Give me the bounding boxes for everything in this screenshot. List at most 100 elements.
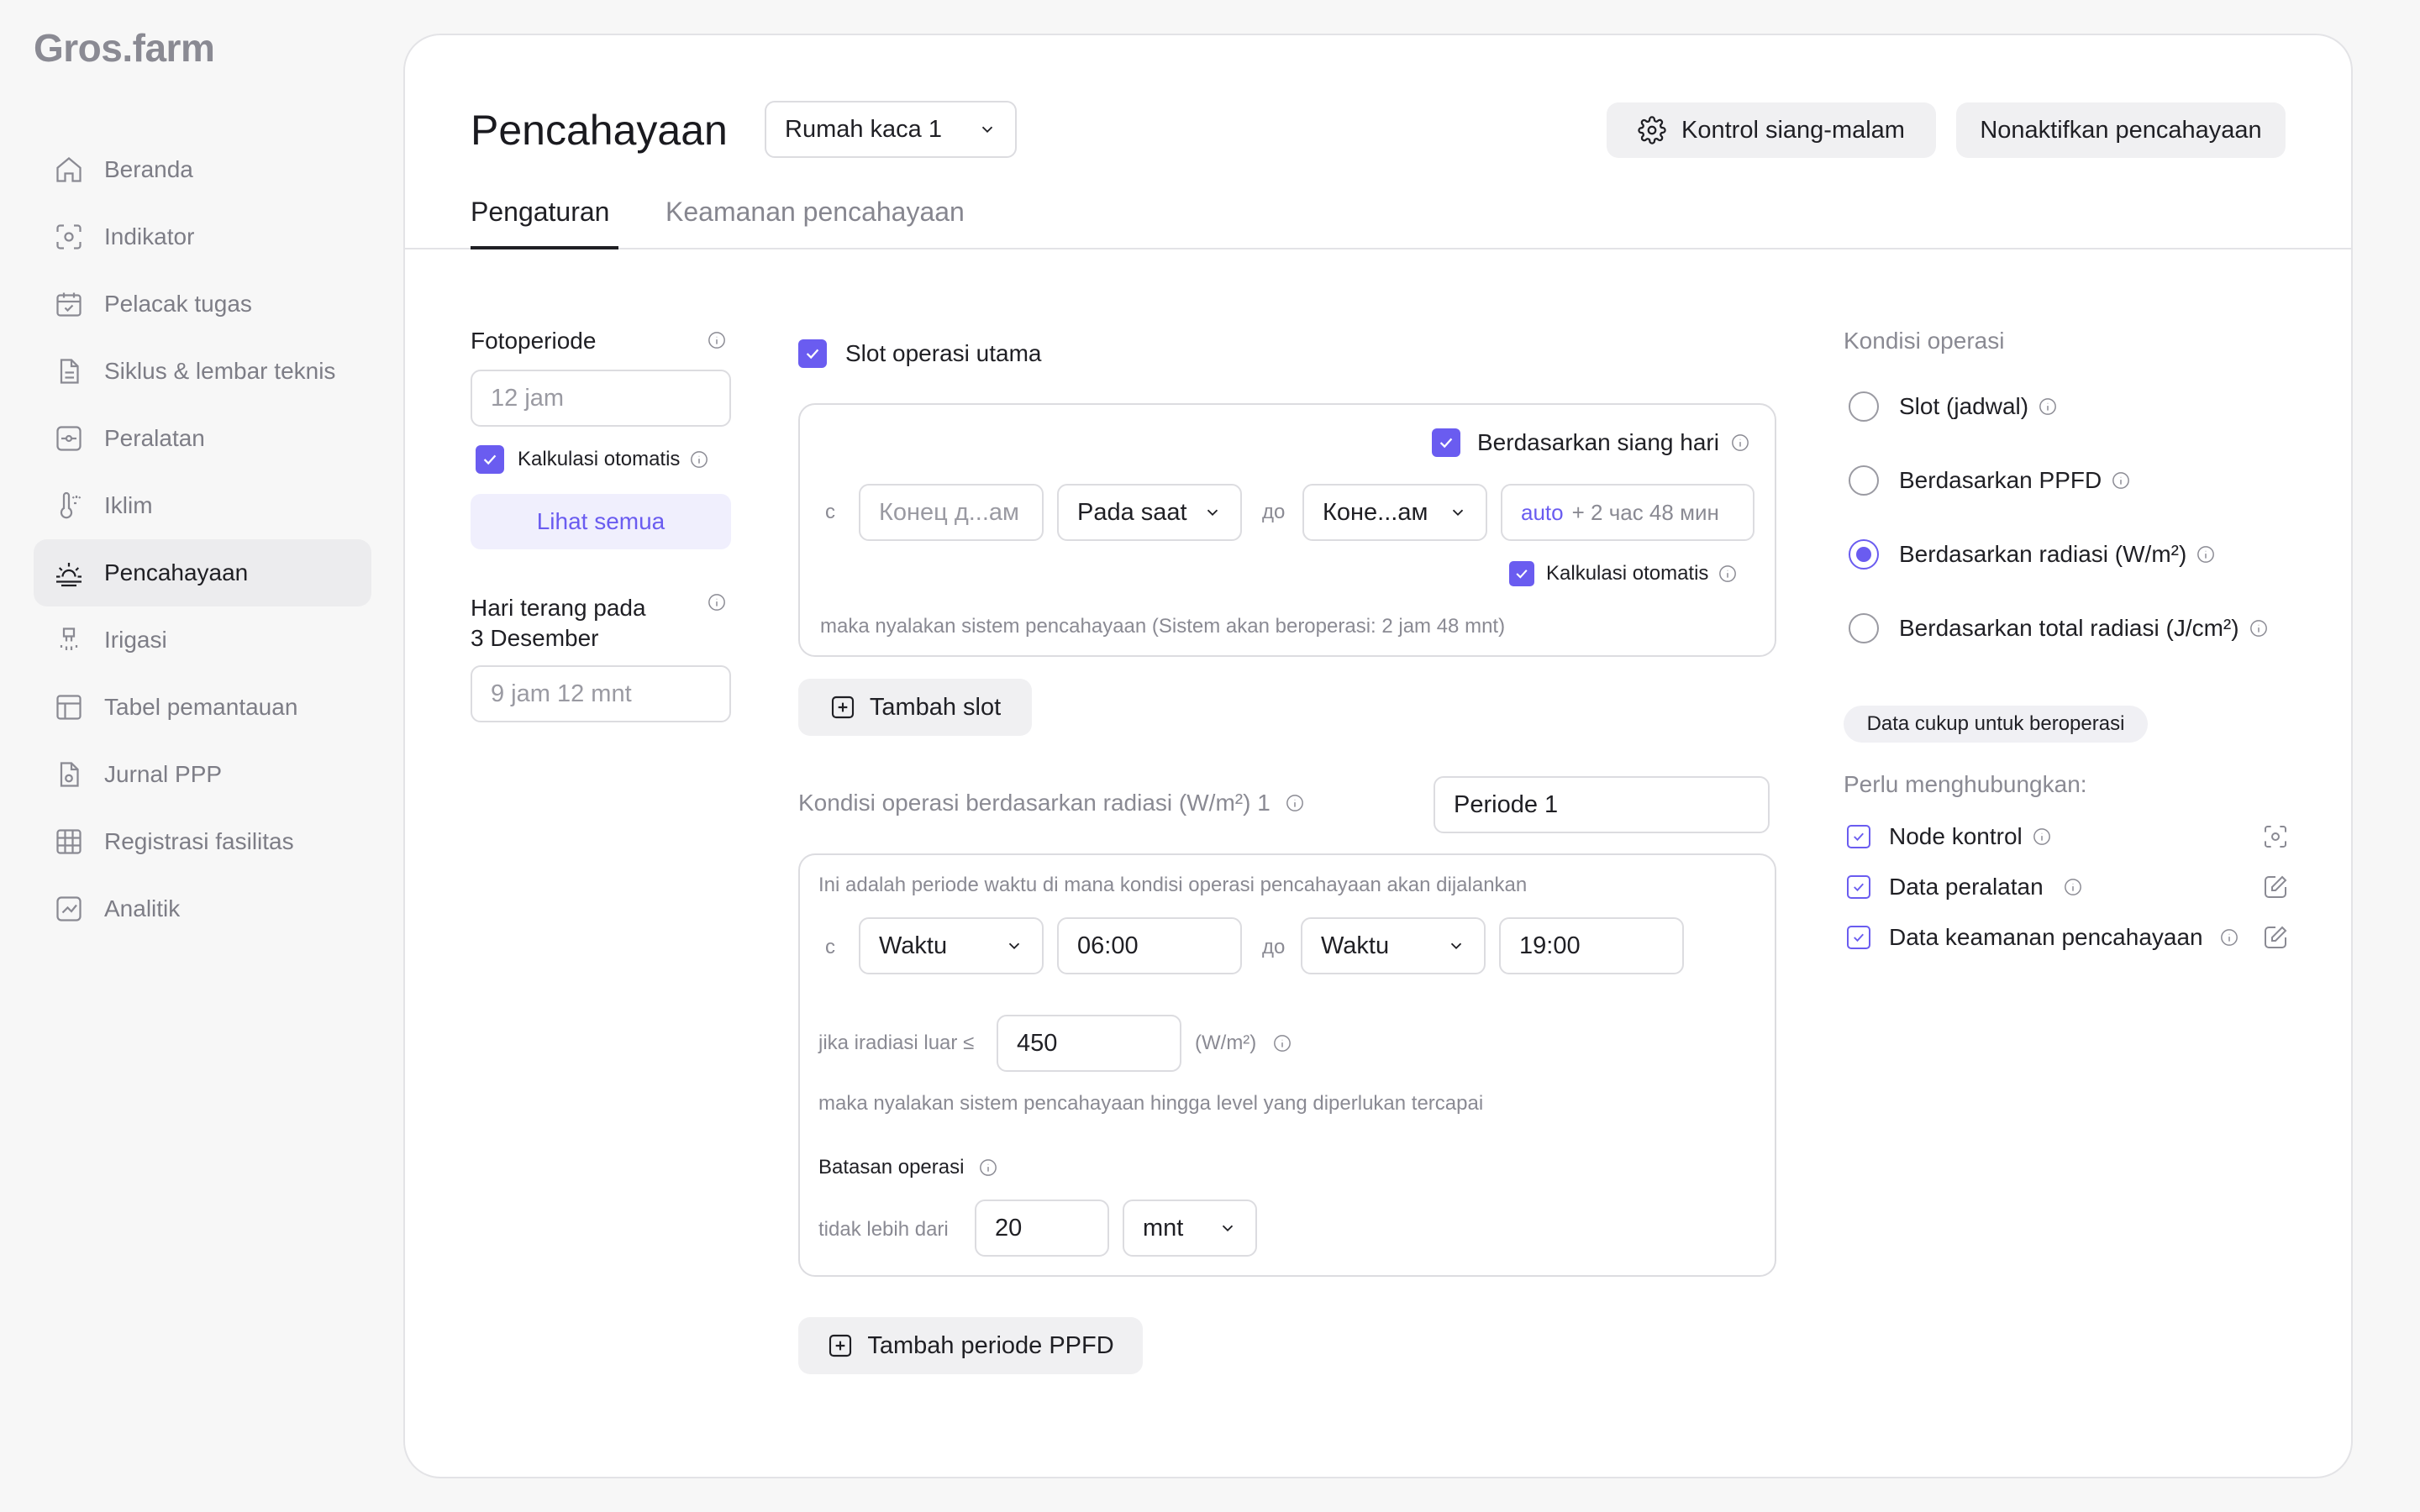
slot-auto-offset-field[interactable]: auto + 2 час 48 мин	[1501, 484, 1754, 541]
sensor-icon[interactable]	[2262, 823, 2289, 850]
radiation-description: Ini adalah periode waktu di mana kondisi…	[818, 874, 1528, 896]
status-badge: Data cukup untuk beroperasi	[1844, 706, 2148, 743]
info-icon[interactable]	[2064, 878, 2082, 896]
tab-active-indicator	[471, 246, 618, 249]
condition-option-total-radiation[interactable]: Berdasarkan total radiasi (J/cm²)	[1849, 613, 2268, 643]
radio-button-selected[interactable]	[1849, 539, 1879, 570]
limit-value-input[interactable]: 20	[975, 1200, 1109, 1257]
sidebar-item-label: Jurnal PPP	[104, 761, 223, 787]
checkbox-checked[interactable]	[476, 445, 504, 474]
slot-to-select[interactable]: Коне...ам	[1302, 484, 1487, 541]
condition-option-slot[interactable]: Slot (jadwal)	[1849, 391, 2057, 422]
radiation-to-type-select[interactable]: Waktu	[1301, 917, 1486, 974]
sidebar-item-label: Indikator	[104, 223, 195, 249]
sidebar-item-peralatan[interactable]: Peralatan	[34, 405, 371, 472]
tab-keamanan-pencahayaan[interactable]: Keamanan pencahayaan	[666, 197, 965, 228]
view-all-button[interactable]: Lihat semua	[471, 494, 731, 549]
irradiance-label: jika iradiasi luar ≤	[818, 1032, 975, 1054]
edit-icon[interactable]	[2262, 924, 2289, 951]
connection-item[interactable]: Node kontrol	[1847, 823, 2289, 850]
sidebar-item-registrasi[interactable]: Registrasi fasilitas	[34, 808, 371, 875]
sidebar-item-jurnal[interactable]: Jurnal PPP	[34, 741, 371, 808]
app-logo[interactable]: Gros.farm	[34, 25, 215, 71]
irradiance-input[interactable]: 450	[997, 1015, 1181, 1072]
page-title: Pencahayaan	[471, 107, 728, 154]
condition-option-radiation[interactable]: Berdasarkan radiasi (W/m²)	[1849, 539, 2215, 570]
info-icon[interactable]	[1286, 794, 1304, 812]
connection-item[interactable]: Data peralatan	[1847, 874, 2289, 900]
sidebar-item-pelacak-tugas[interactable]: Pelacak tugas	[34, 270, 371, 338]
sidebar-item-tabel[interactable]: Tabel pemantauan	[34, 674, 371, 741]
sidebar-item-iklim[interactable]: Iklim	[34, 472, 371, 539]
photoperiod-input[interactable]: 12 jam	[471, 370, 731, 427]
sidebar-item-label: Siklus & lembar teknis	[104, 358, 336, 384]
sidebar-item-analitik[interactable]: Analitik	[34, 875, 371, 942]
sidebar-item-label: Beranda	[104, 156, 193, 182]
slot-auto-calc[interactable]: Kalkulasi otomatis	[1509, 561, 1737, 586]
limit-unit-select[interactable]: mnt	[1123, 1200, 1257, 1257]
checkbox-checked[interactable]	[1432, 428, 1460, 457]
add-ppfd-period-button[interactable]: Tambah periode PPFD	[798, 1317, 1143, 1374]
radio-button[interactable]	[1849, 613, 1879, 643]
tab-pengaturan[interactable]: Pengaturan	[471, 197, 609, 228]
sidebar-item-siklus[interactable]: Siklus & lembar teknis	[34, 338, 371, 405]
add-ppfd-period-label: Tambah periode PPFD	[867, 1331, 1114, 1359]
radiation-from-time-input[interactable]: 06:00	[1057, 917, 1242, 974]
connection-item[interactable]: Data keamanan pencahayaan	[1847, 924, 2289, 951]
add-slot-button[interactable]: Tambah slot	[798, 679, 1032, 736]
sidebar-item-label: Pencahayaan	[104, 559, 249, 585]
edit-icon[interactable]	[2262, 874, 2289, 900]
slot-mode-value: Pada saat	[1077, 498, 1187, 526]
condition-option-ppfd[interactable]: Berdasarkan PPFD	[1849, 465, 2130, 496]
sidebar-item-pencahayaan[interactable]: Pencahayaan	[34, 539, 371, 606]
sidebar-item-indikator[interactable]: Indikator	[34, 203, 371, 270]
greenhouse-select[interactable]: Rumah kaca 1	[765, 101, 1017, 158]
info-icon[interactable]	[1718, 564, 1737, 583]
info-icon[interactable]	[979, 1158, 997, 1177]
day-night-control-button[interactable]: Kontrol siang-malam	[1607, 102, 1936, 158]
info-icon[interactable]	[2039, 397, 2057, 416]
info-icon[interactable]	[690, 450, 708, 469]
main-slot-toggle[interactable]: Slot operasi utama	[798, 339, 1041, 368]
slot-from-input[interactable]: Конец д...ам	[859, 484, 1044, 541]
connection-label: Node kontrol	[1889, 823, 2023, 849]
greenhouse-select-value: Rumah kaca 1	[785, 115, 942, 143]
radiation-from-type-select[interactable]: Waktu	[859, 917, 1044, 974]
slot-mode-select[interactable]: Pada saat	[1057, 484, 1242, 541]
checkbox-checked[interactable]	[1847, 825, 1870, 848]
connection-label: Data peralatan	[1889, 874, 2044, 900]
info-icon[interactable]	[1731, 433, 1749, 452]
checkbox-checked[interactable]	[1509, 561, 1534, 586]
radio-button[interactable]	[1849, 465, 1879, 496]
daylight-value-field[interactable]: 9 jam 12 mnt	[471, 665, 731, 722]
info-icon[interactable]	[708, 331, 726, 349]
tabs-divider	[405, 248, 2351, 249]
info-icon[interactable]	[2033, 827, 2051, 846]
period-name-input[interactable]: Periode 1	[1434, 776, 1770, 833]
sidebar-item-beranda[interactable]: Beranda	[34, 136, 371, 203]
checkbox-checked[interactable]	[1847, 926, 1870, 949]
conditions-heading: Kondisi operasi	[1844, 328, 2005, 354]
condition-option-label: Berdasarkan total radiasi (J/cm²)	[1899, 615, 2239, 641]
radiation-to-time-input[interactable]: 19:00	[1499, 917, 1684, 974]
info-icon[interactable]	[2112, 471, 2130, 490]
info-icon[interactable]	[708, 593, 726, 612]
based-on-daylight-toggle[interactable]: Berdasarkan siang hari	[1432, 428, 1749, 457]
equipment-icon	[50, 420, 87, 457]
checkbox-checked[interactable]	[798, 339, 827, 368]
photoperiod-auto-calc[interactable]: Kalkulasi otomatis	[476, 445, 708, 474]
slot-note: maka nyalakan sistem pencahayaan (Sistem…	[820, 615, 1506, 638]
info-icon[interactable]	[2249, 619, 2268, 638]
info-icon[interactable]	[2220, 928, 2238, 947]
radio-button[interactable]	[1849, 391, 1879, 422]
journal-icon	[50, 756, 87, 793]
sidebar-item-label: Irigasi	[104, 627, 167, 653]
based-on-daylight-label: Berdasarkan siang hari	[1477, 429, 1719, 455]
info-icon[interactable]	[1273, 1034, 1292, 1053]
radiation-heading-text: Kondisi operasi berdasarkan radiasi (W/m…	[798, 790, 1270, 816]
info-icon[interactable]	[2196, 545, 2215, 564]
checkbox-checked[interactable]	[1847, 875, 1870, 899]
disable-lighting-button[interactable]: Nonaktifkan pencahayaan	[1956, 102, 2286, 158]
slot-from-prefix: с	[825, 501, 835, 523]
sidebar-item-irigasi[interactable]: Irigasi	[34, 606, 371, 674]
